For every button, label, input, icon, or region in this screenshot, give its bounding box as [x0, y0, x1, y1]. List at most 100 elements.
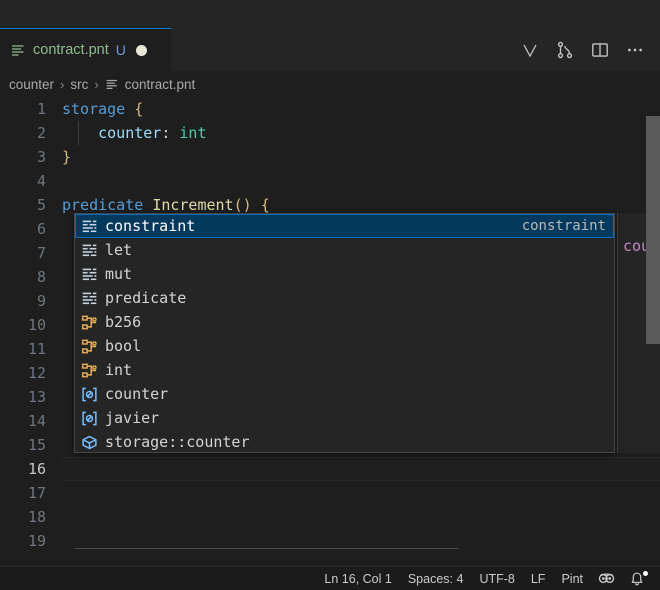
pint-logo-icon[interactable]	[519, 39, 541, 61]
line-number: 17	[27, 484, 46, 502]
line-number: 8	[36, 268, 46, 286]
struct-icon	[81, 363, 97, 377]
code-token: }	[62, 148, 72, 166]
status-cursor-position[interactable]: Ln 16, Col 1	[316, 567, 399, 590]
code-line[interactable]: 1 storage {	[0, 97, 660, 121]
editor-tab-contract-pnt[interactable]: contract.pnt U	[0, 28, 172, 71]
suggest-item-detail: constraint	[521, 218, 606, 234]
suggest-item[interactable]: int	[75, 358, 614, 382]
suggest-item-label: counter	[105, 385, 169, 403]
code-line[interactable]: 16	[0, 457, 660, 481]
keyword-icon	[82, 268, 97, 280]
status-encoding[interactable]: UTF-8	[471, 567, 522, 590]
line-number: 5	[36, 196, 46, 214]
suggest-item[interactable]: b256	[75, 310, 614, 334]
suggest-item-label: javier	[105, 409, 160, 427]
line-number: 19	[27, 532, 46, 549]
code-token: :	[161, 124, 180, 142]
line-number: 18	[27, 508, 46, 526]
code-line[interactable]: 17	[0, 481, 660, 505]
code-token: storage	[62, 100, 126, 118]
status-eol[interactable]: LF	[523, 567, 554, 590]
line-content: counter: int	[62, 121, 207, 145]
suggest-item-label: int	[105, 361, 133, 379]
line-content: storage {	[62, 97, 143, 121]
line-number: 14	[27, 412, 46, 430]
status-indentation[interactable]: Spaces: 4	[400, 567, 472, 590]
status-language-mode[interactable]: Pint	[553, 567, 591, 590]
status-bar: Ln 16, Col 1 Spaces: 4 UTF-8 LF Pint	[0, 566, 660, 590]
breadcrumb-item-contract-pnt[interactable]: contract.pnt	[105, 76, 196, 92]
code-line[interactable]: 18	[0, 505, 660, 529]
code-token: Increment	[152, 196, 234, 214]
suggest-item-label: let	[105, 241, 133, 259]
code-line[interactable]: 2 counter: int	[0, 121, 660, 145]
breadcrumb-file-label: contract.pnt	[124, 76, 196, 92]
suggest-item-label: storage::counter	[105, 433, 250, 451]
notifications-bell-icon[interactable]	[622, 567, 652, 590]
struct-icon	[81, 339, 97, 353]
code-line[interactable]: 3}	[0, 145, 660, 169]
code-token: ()	[233, 196, 252, 214]
line-content: }	[62, 145, 71, 169]
suggest-item[interactable]: storage::counter	[75, 430, 614, 452]
suggest-item[interactable]: javier	[75, 406, 614, 430]
editor-actions-toolbar	[519, 28, 652, 71]
current-line-highlight	[62, 457, 660, 481]
suggest-item[interactable]: counter	[75, 382, 614, 406]
suggest-item[interactable]: bool	[75, 334, 614, 358]
suggest-item-label: mut	[105, 265, 133, 283]
split-editor-icon[interactable]	[589, 39, 611, 61]
line-number: 7	[36, 244, 46, 262]
suggest-item-label: predicate	[105, 289, 187, 307]
suggest-item-label: bool	[105, 337, 142, 355]
variable-icon	[82, 411, 97, 425]
breadcrumb-item-counter[interactable]: counter	[9, 77, 54, 92]
line-number: 4	[36, 172, 46, 190]
live-share-icon[interactable]	[591, 567, 622, 590]
code-editor[interactable]: 1 storage {2 counter: int 3} 4 5 predicate In…	[0, 97, 660, 549]
editor-horizontal-scrollbar-thumb[interactable]	[75, 548, 458, 549]
module-icon	[82, 435, 97, 449]
code-token: {	[260, 196, 270, 214]
line-number: 10	[27, 316, 46, 334]
line-number: 1	[36, 100, 46, 118]
code-token: predicate	[62, 196, 144, 214]
keyword-icon	[82, 244, 97, 256]
line-number: 6	[36, 220, 46, 238]
source-control-icon[interactable]	[554, 39, 576, 61]
notification-dot	[643, 570, 648, 576]
line-number: 3	[36, 148, 46, 166]
line-number: 9	[36, 292, 46, 310]
suggest-item[interactable]: let	[75, 238, 614, 262]
more-actions-icon[interactable]	[624, 39, 646, 61]
breadcrumb-separator: ›	[60, 76, 65, 92]
autocomplete-suggest-widget[interactable]: constraint constraint let mut predicate b256 b…	[74, 213, 615, 453]
vscode-window: contract.pnt U counter › src › contract.…	[0, 0, 660, 590]
code-token: int	[179, 124, 207, 142]
suggest-item-label: b256	[105, 313, 142, 331]
title-bar	[0, 0, 660, 29]
line-number: 2	[36, 124, 46, 142]
code-token: {	[134, 100, 144, 118]
code-line[interactable]: 4	[0, 169, 660, 193]
breadcrumb-separator: ›	[94, 76, 99, 92]
line-content: predicate Increment() {	[62, 193, 270, 217]
breadcrumb-item-src[interactable]: src	[70, 77, 88, 92]
suggest-item[interactable]: predicate	[75, 286, 614, 310]
code-line[interactable]: 19	[0, 529, 660, 549]
suggest-item-label: constraint	[105, 217, 196, 235]
suggest-item[interactable]: constraint constraint	[75, 214, 614, 238]
suggest-item[interactable]: mut	[75, 262, 614, 286]
keyword-icon	[82, 220, 97, 232]
struct-icon	[81, 315, 97, 329]
line-number: 11	[27, 340, 46, 358]
editor-vertical-scrollbar[interactable]	[646, 116, 660, 344]
variable-icon	[82, 387, 97, 401]
tab-dirty-dot[interactable]	[135, 44, 147, 56]
file-lines-icon	[106, 79, 117, 89]
